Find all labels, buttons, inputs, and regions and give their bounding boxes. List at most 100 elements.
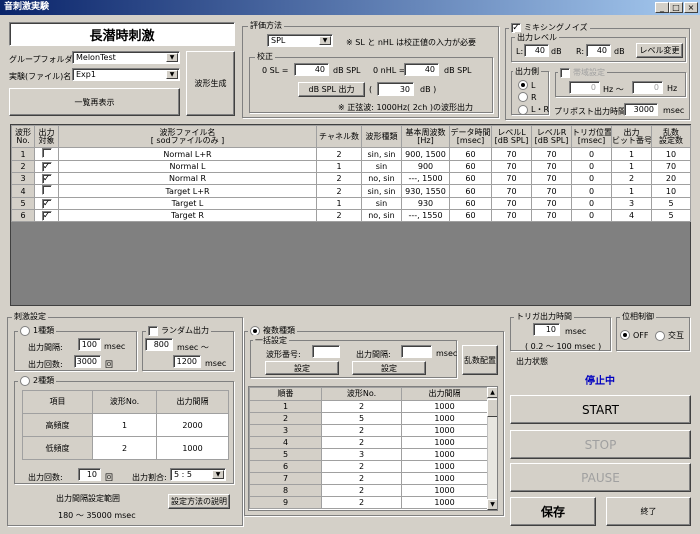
two-cell-interval[interactable]: 2000 xyxy=(156,413,229,437)
cell-rand[interactable]: 5 xyxy=(651,197,691,210)
cell-freq[interactable]: 930, 1550 xyxy=(401,184,450,198)
order-cell[interactable]: 9 xyxy=(249,496,322,509)
two-table-row[interactable]: 高頻度 1 2000 xyxy=(22,413,229,437)
cell-file[interactable]: Target L xyxy=(58,197,317,210)
save-button[interactable]: 保存 xyxy=(510,497,596,526)
cell-freq[interactable]: 900 xyxy=(401,160,450,173)
output-db-input[interactable]: 30 xyxy=(377,82,414,96)
cell-ch[interactable]: 2 xyxy=(316,184,362,198)
order-cell[interactable]: 2 xyxy=(321,496,402,509)
cell-ch[interactable]: 2 xyxy=(316,209,362,222)
stop-button[interactable]: STOP xyxy=(510,430,691,459)
random-to-input[interactable]: 1200 xyxy=(173,355,201,368)
cell-levl[interactable]: 70 xyxy=(491,172,532,185)
output-target-checkbox[interactable]: ✓ xyxy=(41,198,52,209)
cell-bit[interactable]: 2 xyxy=(611,172,652,185)
const-from-input[interactable]: 0 xyxy=(569,81,600,94)
cell-file[interactable]: Target R xyxy=(58,209,317,222)
phase-off-option[interactable]: OFF xyxy=(620,330,649,340)
bulk-wave-no-input[interactable] xyxy=(312,345,340,358)
cell-trig[interactable]: 0 xyxy=(571,147,612,161)
cell-file[interactable]: Normal L+R xyxy=(58,147,317,161)
table-row[interactable]: 3 ✓ Normal R 2 no, sin ---, 1500 60 70 70 0 2 20 xyxy=(11,172,691,185)
two-radio[interactable] xyxy=(20,375,30,386)
order-cell[interactable]: 3 xyxy=(249,424,322,437)
cell-trig[interactable]: 0 xyxy=(571,197,612,210)
cell-levl[interactable]: 70 xyxy=(491,147,532,161)
cell-freq[interactable]: ---, 1500 xyxy=(401,172,450,185)
two-cell-interval[interactable]: 1000 xyxy=(156,436,229,460)
order-cell[interactable]: 1000 xyxy=(401,400,488,413)
minimize-button[interactable]: _ xyxy=(655,2,669,13)
const-checkbox[interactable] xyxy=(560,67,570,78)
order-row[interactable]: 6 2 1000 xyxy=(249,460,488,473)
output-target-cell[interactable] xyxy=(34,184,59,198)
cell-levl[interactable]: 70 xyxy=(491,160,532,173)
r-level-input[interactable]: 40 xyxy=(586,44,611,57)
output-target-cell[interactable]: ✓ xyxy=(34,197,59,210)
cell-ch[interactable]: 2 xyxy=(316,172,362,185)
table-row[interactable]: 4 Target L+R 2 sin, sin 930, 1550 60 70 70 0 1 10 xyxy=(11,184,691,198)
howto-button[interactable]: 設定方法の説明 xyxy=(168,494,230,509)
order-cell[interactable]: 1000 xyxy=(401,436,488,449)
cell-levr[interactable]: 70 xyxy=(531,160,572,173)
two-table-row[interactable]: 低頻度 2 1000 xyxy=(22,436,229,460)
single-count-input[interactable]: 3000 xyxy=(74,355,101,368)
start-button[interactable]: START xyxy=(510,395,691,424)
output-target-cell[interactable]: ✓ xyxy=(34,160,59,173)
phase-off-radio[interactable] xyxy=(620,330,630,340)
cell-levr[interactable]: 70 xyxy=(531,172,572,185)
cell-type[interactable]: sin, sin xyxy=(361,147,402,161)
order-cell[interactable]: 1000 xyxy=(401,448,488,461)
cell-bit[interactable]: 1 xyxy=(611,160,652,173)
side-r-radio[interactable] xyxy=(518,92,528,102)
cell-type[interactable]: sin xyxy=(361,197,402,210)
output-target-checkbox[interactable] xyxy=(41,185,52,195)
order-row[interactable]: 5 3 1000 xyxy=(249,448,488,461)
order-row[interactable]: 7 2 1000 xyxy=(249,472,488,485)
sl-input[interactable]: 40 xyxy=(294,63,329,76)
post-input[interactable]: 3000 xyxy=(624,103,658,116)
phase-alt-option[interactable]: 交互 xyxy=(655,330,684,341)
cell-ch[interactable]: 2 xyxy=(316,147,362,161)
close-button[interactable]: × xyxy=(684,2,698,13)
cell-levr[interactable]: 70 xyxy=(531,184,572,198)
cell-file[interactable]: Target L+R xyxy=(58,184,317,198)
l-level-input[interactable]: 40 xyxy=(524,44,549,57)
experiment-select[interactable]: Exp1 ▼ xyxy=(72,68,180,81)
scroll-thumb[interactable] xyxy=(487,399,497,417)
side-r-option[interactable]: R xyxy=(518,92,537,102)
bulk-interval-input[interactable] xyxy=(401,345,432,358)
cell-file[interactable]: Normal R xyxy=(58,172,317,185)
cell-levr[interactable]: 70 xyxy=(531,147,572,161)
side-lr-radio[interactable] xyxy=(518,104,528,115)
two-count-input[interactable]: 10 xyxy=(78,468,101,481)
db-spl-output-button[interactable]: dB SPL 出力 xyxy=(298,82,365,97)
cell-bit[interactable]: 1 xyxy=(611,184,652,198)
single-radio[interactable] xyxy=(20,325,30,336)
order-cell[interactable]: 4 xyxy=(249,436,322,449)
cell-type[interactable]: no, sin xyxy=(361,209,402,222)
cell-freq[interactable]: 930 xyxy=(401,197,450,210)
cell-rand[interactable]: 10 xyxy=(651,184,691,198)
cell-time[interactable]: 60 xyxy=(449,160,492,173)
ratio-select[interactable]: 5 : 5 ▼ xyxy=(170,468,226,481)
side-l-option[interactable]: L xyxy=(518,80,535,90)
scroll-down-icon[interactable]: ▼ xyxy=(487,499,497,510)
maximize-button[interactable]: □ xyxy=(669,2,683,13)
order-cell[interactable]: 8 xyxy=(249,484,322,497)
random-checkbox[interactable] xyxy=(148,325,158,336)
order-row[interactable]: 1 2 1000 xyxy=(249,400,488,413)
two-option[interactable]: 2種類 xyxy=(18,375,57,386)
cell-type[interactable]: sin xyxy=(361,160,402,173)
output-target-checkbox[interactable]: ✓ xyxy=(41,161,52,172)
level-change-button[interactable]: レベル変更 xyxy=(636,43,683,58)
mixing-checkbox[interactable]: ✓ xyxy=(511,22,521,33)
order-cell[interactable]: 6 xyxy=(249,460,322,473)
order-list[interactable]: 順番 波形No. 出力間隔 1 2 1000 2 5 1000 3 2 1000 4 2 1000 5 3 10… xyxy=(248,386,498,511)
order-cell[interactable]: 1000 xyxy=(401,496,488,509)
cell-rand[interactable]: 20 xyxy=(651,172,691,185)
random-option[interactable]: ランダム出力 xyxy=(146,325,211,336)
order-cell[interactable]: 1 xyxy=(249,400,322,413)
cell-levr[interactable]: 70 xyxy=(531,197,572,210)
